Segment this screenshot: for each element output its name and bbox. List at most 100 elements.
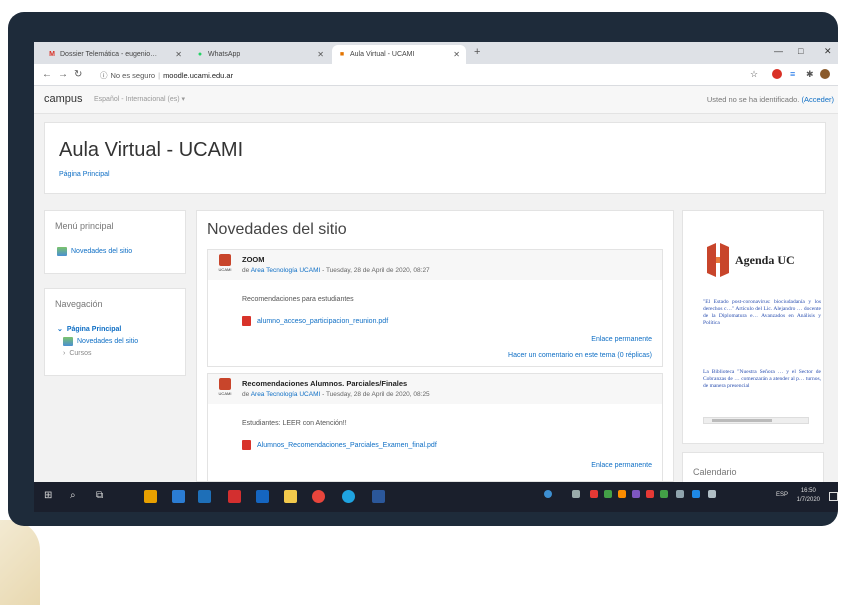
scrollbar-thumb[interactable]: [712, 419, 772, 422]
tab-whatsapp[interactable]: ● WhatsApp ✕: [190, 45, 330, 64]
pdf-icon: [242, 316, 251, 326]
puzzle-icon[interactable]: ✱: [806, 69, 814, 80]
chrome-icon[interactable]: [312, 490, 325, 503]
nav-item-news[interactable]: Novedades del sitio: [63, 337, 138, 346]
chevron-down-icon: ⌄: [57, 326, 63, 333]
search-icon[interactable]: ⌕: [70, 490, 76, 501]
task-view-icon[interactable]: ⧉: [96, 490, 103, 501]
forward-icon[interactable]: →: [58, 69, 68, 80]
tray-app-icon[interactable]: [544, 490, 552, 498]
close-icon[interactable]: ✕: [175, 50, 182, 59]
publisher-icon[interactable]: [198, 490, 211, 503]
language-menu[interactable]: Español - Internacional (es) ▾: [94, 95, 185, 103]
word-icon[interactable]: [372, 490, 385, 503]
tab-strip: M Dossier Telemática - eugenio… ✕ ● What…: [34, 42, 838, 64]
nav-item-label: Cursos: [69, 350, 92, 357]
attachment-link[interactable]: alumno_acceso_participacion_reunion.pdf: [242, 316, 388, 326]
security-label: No es seguro: [110, 70, 156, 80]
navigation-block: Navegación ⌄ Página Principal Novedades …: [44, 288, 186, 376]
moodle-icon: ■: [339, 50, 345, 58]
block-title: Navegación: [55, 299, 103, 309]
tray-icon[interactable]: [632, 490, 640, 498]
post-date: - Tuesday, 28 de April de 2020, 08:27: [320, 267, 430, 274]
illustrator-icon[interactable]: [144, 490, 157, 503]
extension-icon[interactable]: [772, 69, 782, 79]
permalink-link[interactable]: Enlace permanente: [591, 462, 652, 469]
new-tab-button[interactable]: +: [474, 46, 480, 58]
post-body: Estudiantes: LEER con Atención!!: [242, 420, 347, 427]
login-link[interactable]: (Acceder): [801, 95, 834, 104]
post-subject: ZOOM: [242, 255, 265, 264]
system-clock[interactable]: 16:50 1/7/2020: [797, 487, 820, 505]
agenda-notice[interactable]: La Biblioteca "Nuestra Señora … y el Sec…: [703, 369, 821, 390]
horizontal-scrollbar[interactable]: [703, 417, 809, 424]
tab-label: WhatsApp: [208, 51, 241, 58]
acrobat-icon[interactable]: [228, 490, 241, 503]
decorative-corner: [0, 520, 40, 605]
forum-icon: [57, 247, 67, 256]
profile-avatar[interactable]: [820, 69, 830, 79]
author-link[interactable]: Area Tecnología UCAMI: [251, 267, 321, 274]
tray-icon[interactable]: [646, 490, 654, 498]
close-icon[interactable]: ✕: [317, 50, 324, 59]
windows-start-icon[interactable]: ⊞: [44, 490, 52, 501]
reply-link[interactable]: Hacer un comentario en este tema (0 répl…: [508, 352, 652, 359]
whatsapp-icon: ●: [197, 50, 203, 58]
language-indicator[interactable]: ESP: [776, 492, 788, 498]
chevron-right-icon: ›: [63, 350, 66, 357]
login-text: Usted no se ha identificado.: [706, 95, 800, 104]
attachment-link[interactable]: Alumnos_Recomendaciones_Parciales_Examen…: [242, 440, 437, 450]
app-icon[interactable]: [172, 490, 185, 503]
tray-icon[interactable]: [660, 490, 668, 498]
clock-time: 16:50: [800, 488, 816, 494]
publisher-icon[interactable]: [256, 490, 269, 503]
volume-icon[interactable]: [708, 490, 716, 498]
login-info: Usted no se ha identificado. (Acceder): [707, 95, 834, 104]
clock-date: 1/7/2020: [796, 497, 820, 503]
brand-link[interactable]: campus: [44, 93, 83, 105]
ucami-logo-icon: [219, 378, 231, 390]
tray-icon[interactable]: [572, 490, 580, 498]
menu-item-label: Novedades del sitio: [71, 248, 133, 255]
tray-icon[interactable]: [604, 490, 612, 498]
block-title: Menú principal: [55, 221, 114, 231]
moodle-navbar: campus Español - Internacional (es) ▾ Us…: [34, 86, 838, 114]
tab-dossier[interactable]: M Dossier Telemática - eugenio… ✕: [42, 45, 188, 64]
permalink-link[interactable]: Enlace permanente: [591, 336, 652, 343]
close-icon[interactable]: ✕: [453, 50, 460, 59]
address-bar: ← → ↻ ⓘ No es seguro | moodle.ucami.edu.…: [34, 64, 838, 86]
menu-item-news[interactable]: Novedades del sitio: [57, 247, 132, 256]
agenda-title: Agenda UC: [735, 253, 795, 267]
author-link[interactable]: Area Tecnología UCAMI: [251, 391, 321, 398]
nav-item-courses[interactable]: › Cursos: [63, 350, 92, 357]
star-icon[interactable]: ☆: [750, 69, 758, 80]
menu-extension-icon[interactable]: ≡: [790, 69, 795, 79]
agenda-article[interactable]: "El Estado post-coronavirus: biociudadan…: [703, 299, 821, 327]
avatar-label: UCAMI: [218, 267, 232, 272]
agenda-block: Agenda UC "El Estado post-coronavirus: b…: [682, 210, 824, 444]
tab-aula-virtual[interactable]: ■ Aula Virtual - UCAMI ✕: [332, 45, 466, 64]
post-header: UCAMI ZOOM de Area Tecnología UCAMI - Tu…: [208, 250, 662, 280]
maximize-icon[interactable]: □: [798, 46, 803, 56]
post-body: Recomendaciones para estudiantes: [242, 296, 354, 303]
url-field[interactable]: ⓘ No es seguro | moodle.ucami.edu.ar: [100, 68, 233, 82]
browser-icon[interactable]: [342, 490, 355, 503]
forum-icon: [63, 337, 73, 346]
kebab-menu-icon[interactable]: ⋮: [836, 69, 838, 80]
file-explorer-icon[interactable]: [284, 490, 297, 503]
pdf-icon: [242, 440, 251, 450]
network-icon[interactable]: [676, 490, 684, 498]
nav-item-label: Página Principal: [66, 325, 122, 333]
ucami-logo-icon: [219, 254, 231, 266]
back-icon[interactable]: ←: [42, 69, 52, 80]
nav-item-home[interactable]: ⌄ Página Principal: [57, 325, 122, 334]
breadcrumb[interactable]: Página Principal: [59, 171, 110, 178]
window-close-icon[interactable]: ✕: [824, 46, 832, 57]
tray-icon[interactable]: [692, 490, 700, 498]
reload-icon[interactable]: ↻: [74, 69, 82, 80]
tray-icon[interactable]: [618, 490, 626, 498]
minimize-icon[interactable]: —: [774, 46, 783, 56]
notification-icon[interactable]: [829, 492, 838, 501]
device-frame: M Dossier Telemática - eugenio… ✕ ● What…: [8, 12, 838, 526]
tray-icon[interactable]: [590, 490, 598, 498]
